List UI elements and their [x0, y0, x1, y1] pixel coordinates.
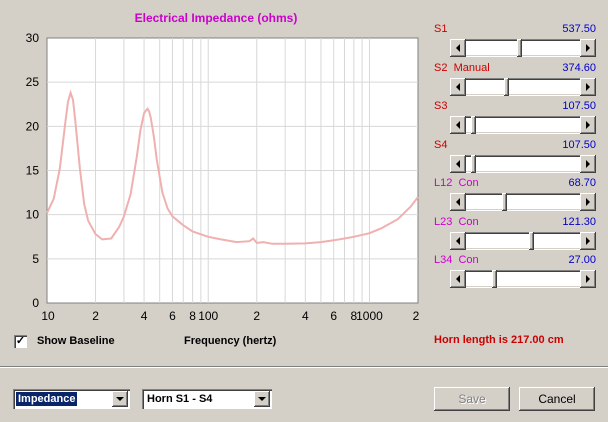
x-tick-label: 2	[413, 309, 420, 323]
slider-s1[interactable]	[450, 39, 596, 57]
scroll-right-icon[interactable]	[580, 193, 596, 211]
view-select-value: Impedance	[16, 392, 78, 406]
scroll-right-icon[interactable]	[580, 39, 596, 57]
scroll-left-icon[interactable]	[450, 39, 466, 57]
view-select[interactable]: Impedance	[13, 389, 130, 409]
slider-thumb[interactable]	[492, 270, 497, 288]
show-baseline-checkbox[interactable]: ✓	[14, 335, 27, 348]
slider-thumb[interactable]	[471, 116, 476, 134]
slider-value-l12: 68.70	[568, 177, 596, 189]
scroll-right-icon[interactable]	[580, 231, 596, 250]
y-tick-label: 30	[26, 31, 40, 45]
y-tick-label: 5	[32, 252, 39, 266]
x-tick-label: 8	[189, 309, 196, 323]
x-tick-label: 4	[302, 309, 309, 323]
scroll-right-icon[interactable]	[580, 270, 596, 288]
slider-label-l23: L23 Con	[434, 215, 479, 228]
scroll-left-icon[interactable]	[450, 154, 466, 173]
slider-value-l34: 27.00	[568, 254, 596, 266]
y-tick-label: 10	[26, 208, 40, 222]
slider-label-s1: S1	[434, 23, 448, 35]
slider-s4[interactable]	[450, 154, 596, 173]
chevron-down-icon[interactable]	[254, 391, 270, 407]
slider-value-s1: 537.50	[562, 23, 596, 35]
scroll-left-icon[interactable]	[450, 270, 466, 288]
scroll-left-icon[interactable]	[450, 116, 466, 134]
slider-value-l23: 121.30	[562, 215, 596, 228]
x-tick-label: 2	[253, 309, 260, 323]
horn-length-text: Horn length is 217.00 cm	[434, 334, 564, 346]
cancel-button[interactable]: Cancel	[519, 387, 595, 411]
separator	[0, 366, 608, 368]
impedance-chart: 05101520253010 2 4 6 8 100 2 4 6 81000 2	[26, 31, 420, 323]
slider-thumb[interactable]	[504, 77, 509, 96]
horn-select-value: Horn S1 - S4	[147, 393, 213, 405]
slider-label-s2: S2 Manual	[434, 61, 490, 74]
show-baseline-label[interactable]: Show Baseline	[37, 335, 115, 347]
slider-l34[interactable]	[450, 270, 596, 288]
slider-thumb[interactable]	[529, 231, 534, 250]
chart-title: Electrical Impedance (ohms)	[134, 11, 298, 25]
x-tick-label: 100	[198, 309, 218, 323]
slider-thumb[interactable]	[471, 154, 476, 173]
scroll-left-icon[interactable]	[450, 193, 466, 211]
slider-l12[interactable]	[450, 193, 596, 211]
scroll-right-icon[interactable]	[580, 77, 596, 96]
slider-value-s2: 374.60	[562, 61, 596, 74]
x-axis-label: Frequency (hertz)	[184, 335, 277, 347]
slider-s2[interactable]	[450, 77, 596, 96]
x-tick-label: 6	[169, 309, 176, 323]
slider-value-s3: 107.50	[562, 100, 596, 112]
scroll-left-icon[interactable]	[450, 77, 466, 96]
slider-label-s4: S4	[434, 138, 448, 151]
horn-select[interactable]: Horn S1 - S4	[142, 389, 272, 409]
y-tick-label: 15	[26, 164, 40, 178]
x-tick-label: 10	[41, 309, 55, 323]
x-tick-label: 4	[141, 309, 148, 323]
x-tick-label: 1000	[356, 309, 383, 323]
x-tick-label: 2	[92, 309, 99, 323]
y-tick-label: 0	[32, 296, 39, 310]
y-tick-label: 25	[26, 75, 40, 89]
x-tick-label: 6	[330, 309, 337, 323]
scroll-right-icon[interactable]	[580, 116, 596, 134]
slider-label-s3: S3	[434, 100, 448, 112]
slider-thumb[interactable]	[502, 193, 507, 211]
chevron-down-icon[interactable]	[112, 391, 128, 407]
save-button[interactable]: Save	[434, 387, 510, 411]
slider-label-l12: L12 Con	[434, 177, 479, 189]
scroll-right-icon[interactable]	[580, 154, 596, 173]
slider-label-l34: L34 Con	[434, 254, 479, 266]
slider-thumb[interactable]	[517, 39, 522, 57]
slider-l23[interactable]	[450, 231, 596, 250]
y-tick-label: 20	[26, 119, 40, 133]
slider-value-s4: 107.50	[562, 138, 596, 151]
scroll-left-icon[interactable]	[450, 231, 466, 250]
slider-s3[interactable]	[450, 116, 596, 134]
